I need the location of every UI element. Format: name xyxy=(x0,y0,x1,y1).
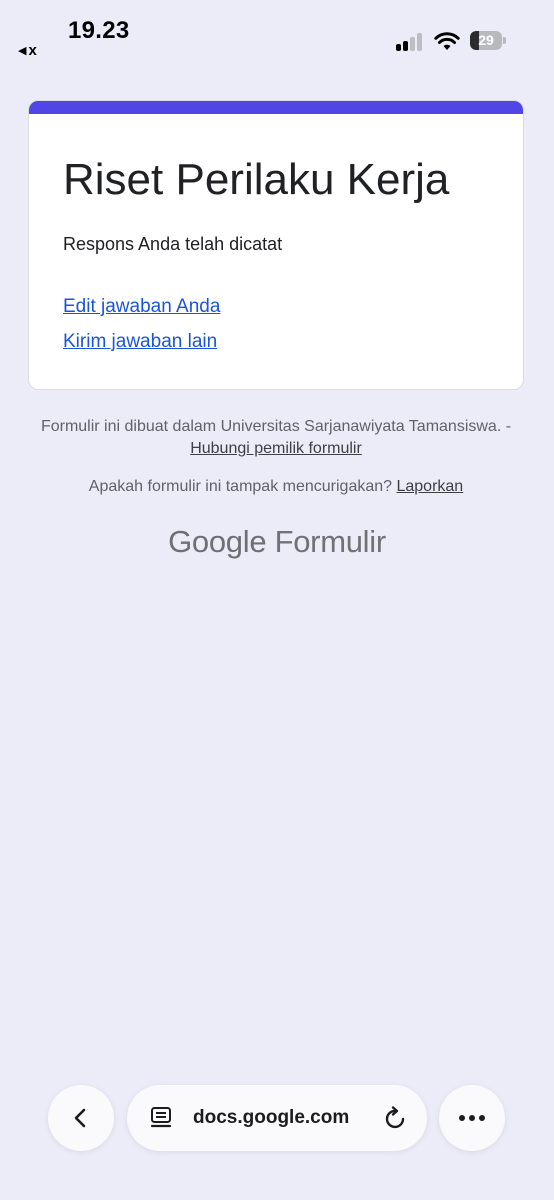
chevron-left-icon xyxy=(74,1108,86,1128)
report-link[interactable]: Laporkan xyxy=(396,478,463,495)
google-wordmark: Google xyxy=(168,524,267,559)
battery-level: 29 xyxy=(478,32,494,48)
reload-icon[interactable] xyxy=(383,1105,409,1131)
battery-icon: 29 xyxy=(470,31,506,50)
more-options-button[interactable] xyxy=(439,1085,505,1151)
forms-wordmark: Formulir xyxy=(274,524,387,559)
status-bar: ◀ x 19.23 29 xyxy=(0,0,554,70)
back-to-app-button[interactable]: ◀ x xyxy=(18,42,37,59)
card-accent-bar xyxy=(29,101,523,114)
google-forms-logo[interactable]: Google Formulir xyxy=(0,524,554,560)
contact-owner-link[interactable]: Hubungi pemilik formulir xyxy=(190,440,362,457)
back-app-label: x xyxy=(28,42,37,59)
url-text: docs.google.com xyxy=(193,1107,350,1128)
signal-icon xyxy=(396,33,424,51)
status-time: 19.23 xyxy=(68,17,130,44)
form-origin-note: Formulir ini dibuat dalam Universitas Sa… xyxy=(28,416,524,460)
page-layout-icon xyxy=(150,1107,172,1128)
report-abuse-note: Apakah formulir ini tampak mencurigakan?… xyxy=(28,476,524,498)
form-title: Riset Perilaku Kerja xyxy=(63,155,450,204)
address-bar[interactable]: docs.google.com xyxy=(127,1085,427,1151)
suspicious-question-text: Apakah formulir ini tampak mencurigakan? xyxy=(88,478,397,495)
response-recorded-message: Respons Anda telah dicatat xyxy=(63,234,283,254)
form-origin-text: Formulir ini dibuat dalam Universitas Sa… xyxy=(40,418,512,435)
browser-back-button[interactable] xyxy=(48,1085,114,1151)
submit-another-response-link[interactable]: Kirim jawaban lain xyxy=(63,331,217,353)
edit-response-link[interactable]: Edit jawaban Anda xyxy=(63,296,220,318)
back-triangle-icon: ◀ xyxy=(18,45,27,57)
more-horizontal-icon xyxy=(459,1115,485,1121)
wifi-icon xyxy=(434,32,460,50)
confirmation-card: Riset Perilaku Kerja Respons Anda telah … xyxy=(28,100,524,390)
